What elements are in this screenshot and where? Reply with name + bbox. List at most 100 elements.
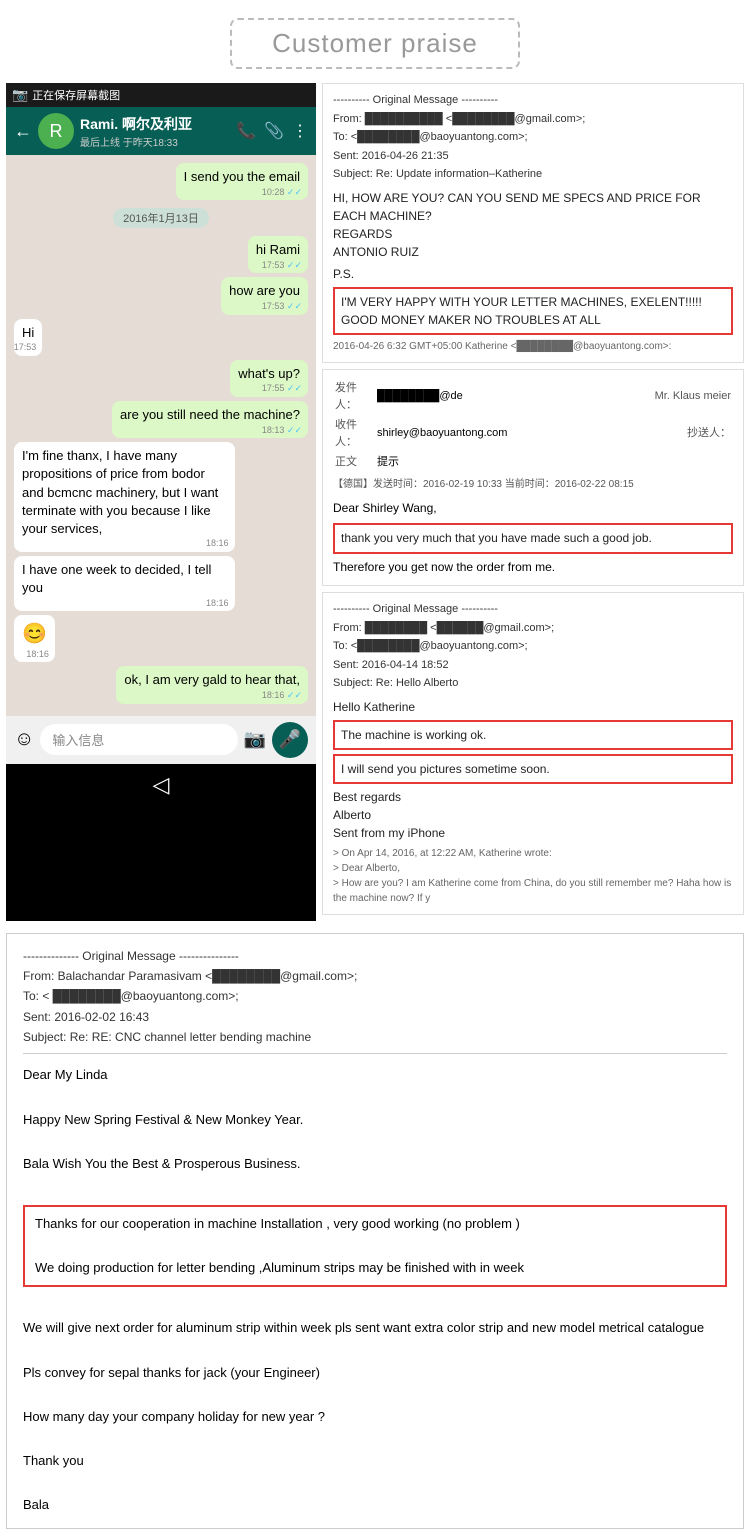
email4-body6: Thank you bbox=[23, 1450, 727, 1472]
message-row: I'm fine thanx, I have many propositions… bbox=[14, 442, 308, 552]
email4-body2: Bala Wish You the Best & Prosperous Busi… bbox=[23, 1153, 727, 1175]
email-sent-from: Sent from my iPhone bbox=[333, 824, 733, 842]
email-divider-line: ---------- Original Message ---------- bbox=[333, 92, 733, 109]
camera-icon: 📷 bbox=[12, 87, 28, 103]
email-body-line: ANTONIO RUIZ bbox=[333, 243, 733, 261]
email-name: Alberto bbox=[333, 806, 733, 824]
cc-label: 抄送人： bbox=[601, 417, 731, 452]
menu-icon[interactable]: ⋮ bbox=[292, 121, 308, 141]
message-row: are you still need the machine? 18:13 ✓✓ bbox=[14, 401, 308, 438]
email-subject: Subject: Re: Hello Alberto bbox=[333, 675, 733, 692]
contact-last-seen: 最后上线 于昨天18:33 bbox=[80, 134, 230, 149]
email-note: 【德国】发送时间：2016-02-19 10:33 当前时间：2016-02-2… bbox=[333, 477, 733, 493]
email4-body3: We will give next order for aluminum str… bbox=[23, 1317, 727, 1339]
message-input[interactable]: 输入信息 bbox=[40, 724, 237, 755]
email-greeting: Hello Katherine bbox=[333, 698, 733, 716]
input-bar: ☺ 输入信息 📷 🎤 bbox=[6, 716, 316, 764]
email-body-line: Therefore you get now the order from me. bbox=[333, 558, 733, 577]
date-divider: 2016年1月13日 bbox=[14, 208, 308, 228]
page-header: Customer praise bbox=[0, 0, 750, 83]
email-from: From: ██████████ <████████@gmail.com>; bbox=[333, 111, 733, 128]
message-text: are you still need the machine? bbox=[120, 407, 300, 422]
message-row: 😊 18:16 bbox=[14, 615, 308, 662]
email4-divider: -------------- Original Message --------… bbox=[23, 946, 727, 966]
message-text: ok, I am very gald to hear that, bbox=[124, 672, 300, 687]
message-row: Hi 17:53 bbox=[14, 319, 308, 356]
message-time: 10:28 ✓✓ bbox=[262, 186, 302, 199]
email4-greeting: Dear My Linda bbox=[23, 1064, 727, 1086]
received-bubble: I have one week to decided, I tell you 1… bbox=[14, 556, 235, 611]
message-time: 18:16 bbox=[206, 597, 229, 610]
flag-val: 提示 bbox=[377, 454, 599, 472]
message-time: 17:53 ✓✓ bbox=[262, 300, 302, 313]
email-panel: ---------- Original Message ---------- F… bbox=[316, 83, 744, 921]
email4-highlight-box: Thanks for our cooperation in machine In… bbox=[23, 1205, 727, 1287]
sent-bubble: are you still need the machine? 18:13 ✓✓ bbox=[112, 401, 308, 438]
page-title: Customer praise bbox=[230, 18, 520, 69]
message-row: hi Rami 17:53 ✓✓ bbox=[14, 236, 308, 273]
email-quote-2: > Dear Alberto, bbox=[333, 861, 733, 876]
sent-bubble: ok, I am very gald to hear that, 18:16 ✓… bbox=[116, 666, 308, 703]
email-sent: Sent: 2016-04-26 21:35 bbox=[333, 148, 733, 165]
email-ps-label: P.S. bbox=[333, 265, 733, 283]
received-bubble: I'm fine thanx, I have many propositions… bbox=[14, 442, 235, 552]
contact-avatar: R bbox=[38, 113, 74, 149]
message-time: 17:53 ✓✓ bbox=[262, 259, 302, 272]
mic-button[interactable]: 🎤 bbox=[272, 722, 308, 758]
message-row: ok, I am very gald to hear that, 18:16 ✓… bbox=[14, 666, 308, 703]
message-row: how are you 17:53 ✓✓ bbox=[14, 277, 308, 314]
sent-bubble: I send you the email 10:28 ✓✓ bbox=[176, 163, 308, 200]
message-row: I have one week to decided, I tell you 1… bbox=[14, 556, 308, 611]
from-val: ████████@de bbox=[377, 380, 599, 415]
attachment-icon[interactable]: 📎 bbox=[264, 121, 284, 141]
message-time: 18:16 ✓✓ bbox=[262, 689, 302, 702]
to-label: 收件人： bbox=[335, 417, 375, 452]
camera-button[interactable]: 📷 bbox=[244, 729, 266, 750]
navigation-bar: ◁ bbox=[6, 764, 316, 806]
email4-body5: How many day your company holiday for ne… bbox=[23, 1406, 727, 1428]
whatsapp-topbar: ← R Rami. 啊尔及利亚 最后上线 于昨天18:33 📞 📎 ⋮ bbox=[6, 107, 316, 155]
email-regards: Best regards bbox=[333, 788, 733, 806]
email-card-3: ---------- Original Message ---------- F… bbox=[322, 592, 744, 915]
email4-from: From: Balachandar Paramasivam <████████@… bbox=[23, 966, 727, 986]
bottom-email-section: -------------- Original Message --------… bbox=[6, 933, 744, 1529]
email-ps-highlight: I'M VERY HAPPY WITH YOUR LETTER MACHINES… bbox=[333, 287, 733, 335]
message-text: how are you bbox=[229, 283, 300, 298]
email-highlight: thank you very much that you have made s… bbox=[333, 523, 733, 554]
emoji-button[interactable]: ☺ bbox=[14, 728, 34, 751]
back-icon[interactable]: ← bbox=[14, 121, 32, 142]
message-row: what's up? 17:55 ✓✓ bbox=[14, 360, 308, 397]
received-bubble: Hi 17:53 bbox=[14, 319, 42, 356]
message-time: 18:16 bbox=[206, 537, 229, 550]
message-text: hi Rami bbox=[256, 242, 300, 257]
message-row: I send you the email 10:28 ✓✓ bbox=[14, 163, 308, 200]
phone-icon[interactable]: 📞 bbox=[236, 121, 256, 141]
email-body: HI, HOW ARE YOU? CAN YOU SEND ME SPECS A… bbox=[333, 189, 733, 354]
email4-subject: Subject: Re: RE: CNC channel letter bend… bbox=[23, 1027, 727, 1047]
message-time: 18:16 bbox=[26, 648, 49, 661]
screenshot-label: 📷 正在保存屏幕截图 bbox=[6, 83, 316, 107]
email4-highlight2: We doing production for letter bending ,… bbox=[35, 1257, 715, 1279]
email-divider-line: ---------- Original Message ---------- bbox=[333, 601, 733, 618]
sent-bubble: what's up? 17:55 ✓✓ bbox=[230, 360, 308, 397]
email-from: From: ████████ <██████@gmail.com>; bbox=[333, 620, 733, 637]
email-card-2: 发件人： ████████@de Mr. Klaus meier 收件人： sh… bbox=[322, 369, 744, 587]
email-subject: Subject: Re: Update information–Katherin… bbox=[333, 166, 733, 183]
email-highlight-2: I will send you pictures sometime soon. bbox=[333, 754, 733, 784]
message-time: 18:13 ✓✓ bbox=[262, 424, 302, 437]
nav-back-icon[interactable]: ◁ bbox=[153, 772, 170, 798]
email4-to: To: < ████████@baoyuantong.com>; bbox=[23, 986, 727, 1006]
email-body-line: HI, HOW ARE YOU? CAN YOU SEND ME SPECS A… bbox=[333, 189, 733, 225]
email-quote-1: > On Apr 14, 2016, at 12:22 AM, Katherin… bbox=[333, 846, 733, 861]
from-label: 发件人： bbox=[335, 380, 375, 415]
email-sent: Sent: 2016-04-14 18:52 bbox=[333, 657, 733, 674]
email-footer: 2016-04-26 6:32 GMT+05:00 Katherine <███… bbox=[333, 339, 733, 354]
message-time: 17:55 ✓✓ bbox=[262, 382, 302, 395]
email4-body7: Bala bbox=[23, 1494, 727, 1516]
sent-bubble: hi Rami 17:53 ✓✓ bbox=[248, 236, 308, 273]
message-text: 😊 bbox=[22, 623, 47, 645]
message-time: 17:53 bbox=[14, 341, 37, 354]
whatsapp-panel: 📷 正在保存屏幕截图 ← R Rami. 啊尔及利亚 最后上线 于昨天18:33… bbox=[6, 83, 316, 921]
contact-info: Rami. 啊尔及利亚 最后上线 于昨天18:33 bbox=[80, 114, 230, 149]
email-quote-3: > How are you? I am Katherine come from … bbox=[333, 876, 733, 906]
